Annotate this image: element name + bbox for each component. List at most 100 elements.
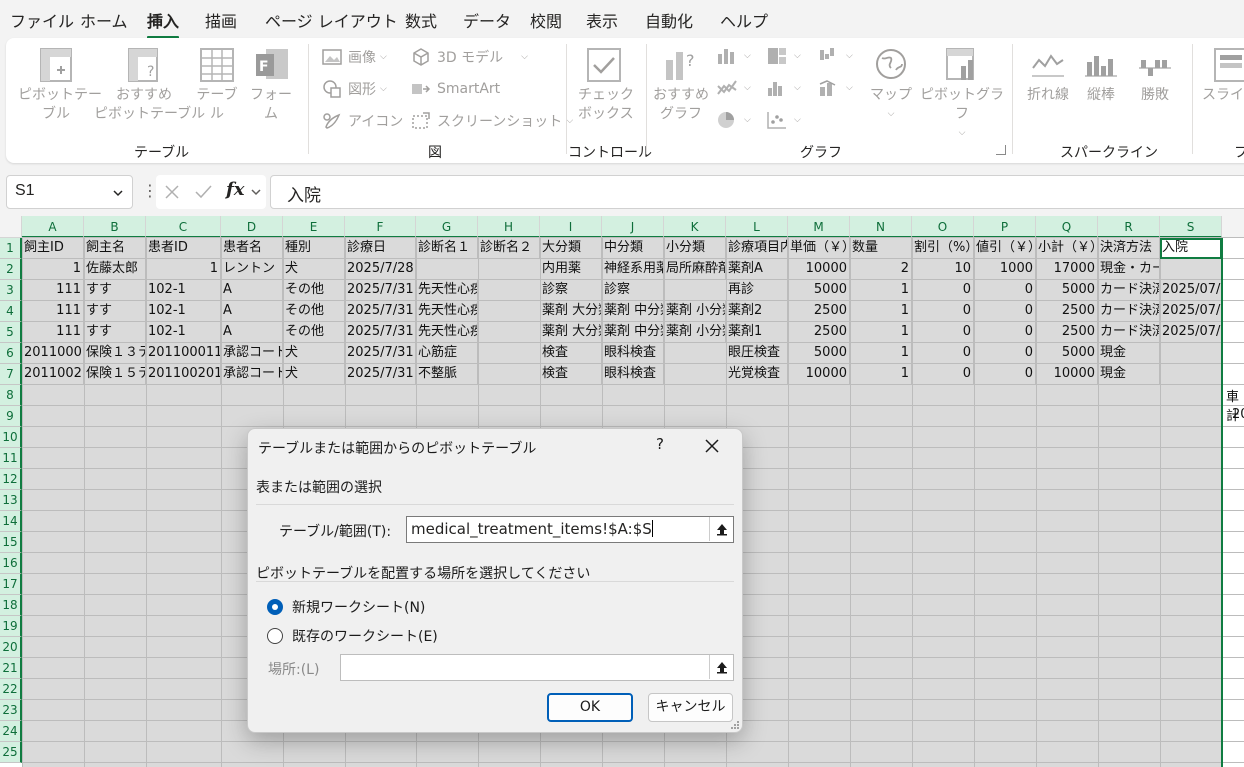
cell-S5[interactable]: 2025/07/31~2 <box>1160 322 1222 343</box>
cell-Q1[interactable]: 小計（￥） <box>1036 238 1098 259</box>
close-icon[interactable] <box>700 434 724 458</box>
chevron-down-icon[interactable] <box>250 188 262 198</box>
cell-I7[interactable]: 検査 <box>540 364 602 385</box>
cell-Q5[interactable]: 2500 <box>1036 322 1098 343</box>
column-header-R[interactable]: R <box>1098 216 1160 238</box>
row-header-17[interactable]: 17 <box>0 574 22 595</box>
cell-Q2[interactable]: 17000 <box>1036 259 1098 280</box>
combo-chart-button[interactable]: ⌵ <box>818 78 853 98</box>
menu-tab-5[interactable]: 数式 <box>405 8 437 32</box>
cell-L3[interactable]: 再診 <box>726 280 788 301</box>
cell-F4[interactable]: 2025/7/31 <box>345 301 416 322</box>
cell-Q7[interactable]: 10000 <box>1036 364 1098 385</box>
cell-E5[interactable]: その他 <box>283 322 345 343</box>
pivot-table-button[interactable]: ピボットテー ブル <box>18 46 102 124</box>
cell-A4[interactable]: 111 <box>22 301 84 322</box>
cell-M6[interactable]: 5000 <box>788 343 850 364</box>
column-header-B[interactable]: B <box>84 216 146 238</box>
row-header-11[interactable]: 11 <box>0 448 22 469</box>
cell-P6[interactable]: 0 <box>974 343 1036 364</box>
menu-tab-7[interactable]: 校閲 <box>530 8 562 32</box>
cell-H1[interactable]: 診断名２ <box>478 238 540 259</box>
row-header-20[interactable]: 20 <box>0 637 22 658</box>
column-header-G[interactable]: G <box>416 216 478 238</box>
cell-D4[interactable]: A <box>221 301 283 322</box>
cell-B7[interactable]: 保険１５テ <box>84 364 146 385</box>
icon-button[interactable]: アイコン <box>322 109 403 133</box>
cell-E4[interactable]: その他 <box>283 301 345 322</box>
column-header-E[interactable]: E <box>283 216 345 238</box>
cell-I1[interactable]: 大分類 <box>540 238 602 259</box>
cell-E1[interactable]: 種別 <box>283 238 345 259</box>
cell-O1[interactable]: 割引（%） <box>912 238 974 259</box>
chevron-down-icon[interactable] <box>112 187 124 199</box>
cell-L1[interactable]: 診療項目内 <box>726 238 788 259</box>
cell-R1[interactable]: 決済方法 <box>1098 238 1160 259</box>
cell-F2[interactable]: 2025/7/28 <box>345 259 416 280</box>
cell-C5[interactable]: 102-1 <box>146 322 221 343</box>
pivot-chart-button[interactable]: ピボットグラフ ⌵ <box>920 46 1004 143</box>
smartart-button[interactable]: SmartArt <box>411 77 500 101</box>
cell-R4[interactable]: カード決済 <box>1098 301 1160 322</box>
row-header-9[interactable]: 9 <box>0 406 22 427</box>
menu-tab-9[interactable]: 自動化 <box>645 8 693 32</box>
column-header-I[interactable]: I <box>540 216 602 238</box>
cell-D2[interactable]: レントン <box>221 259 283 280</box>
cell-G6[interactable]: 心筋症 <box>416 343 478 364</box>
map-button[interactable]: マップ ⌵ <box>868 46 914 124</box>
cell-P5[interactable]: 0 <box>974 322 1036 343</box>
cell-B2[interactable]: 佐藤太郎 <box>84 259 146 280</box>
cell-S3[interactable]: 2025/07/31~2 <box>1160 280 1222 301</box>
column-header-N[interactable]: N <box>850 216 912 238</box>
cell-P3[interactable]: 0 <box>974 280 1036 301</box>
cell-B5[interactable]: すす <box>84 322 146 343</box>
cell-Q4[interactable]: 2500 <box>1036 301 1098 322</box>
menu-tab-1[interactable]: ホーム <box>80 8 128 32</box>
cell-M5[interactable]: 2500 <box>788 322 850 343</box>
menu-tab-8[interactable]: 表示 <box>586 8 618 32</box>
cell-R7[interactable]: 現金 <box>1098 364 1160 385</box>
cancel-button[interactable]: キャンセル <box>648 693 733 722</box>
cell-C3[interactable]: 102-1 <box>146 280 221 301</box>
column-header-K[interactable]: K <box>664 216 726 238</box>
cell-G3[interactable]: 先天性心疾患（疑い） <box>416 280 478 301</box>
cell-G7[interactable]: 不整脈 <box>416 364 478 385</box>
line-chart-button[interactable]: ⌵ <box>716 78 751 98</box>
cell-C6[interactable]: 201100011 <box>146 343 221 364</box>
cell-A3[interactable]: 111 <box>22 280 84 301</box>
row-header-18[interactable]: 18 <box>0 595 22 616</box>
row-header-6[interactable]: 6 <box>0 343 22 364</box>
sparkline-winloss-button[interactable]: 勝敗 <box>1132 46 1178 105</box>
cell-O6[interactable]: 0 <box>912 343 974 364</box>
cell-P7[interactable]: 0 <box>974 364 1036 385</box>
cell-K5[interactable]: 薬剤 小分類 <box>664 322 726 343</box>
cell-C2[interactable]: 1 <box>146 259 221 280</box>
cell-F6[interactable]: 2025/7/31 <box>345 343 416 364</box>
waterfall-chart-button[interactable]: ⌵ <box>818 46 853 66</box>
cell-R5[interactable]: カード決済 <box>1098 322 1160 343</box>
row-header-16[interactable]: 16 <box>0 553 22 574</box>
cell-G5[interactable]: 先天性心疾患（疑い） <box>416 322 478 343</box>
cell-J3[interactable]: 診察 <box>602 280 664 301</box>
cell-Q6[interactable]: 5000 <box>1036 343 1098 364</box>
menu-tab-2[interactable]: 挿入 <box>147 8 180 39</box>
cell-B1[interactable]: 飼主名 <box>84 238 146 259</box>
enter-icon[interactable] <box>194 184 212 200</box>
cell-F7[interactable]: 2025/7/31 <box>345 364 416 385</box>
sparkline-line-button[interactable]: 折れ線 <box>1022 46 1074 105</box>
row-header-25[interactable]: 25 <box>0 742 22 763</box>
cell-D1[interactable]: 患者名 <box>221 238 283 259</box>
row-header-7[interactable]: 7 <box>0 364 22 385</box>
cell-P4[interactable]: 0 <box>974 301 1036 322</box>
name-box[interactable]: S1 <box>6 175 133 209</box>
screenshot-button[interactable]: スクリーンショット ⌵ <box>411 109 573 133</box>
cell-J7[interactable]: 眼科検査 <box>602 364 664 385</box>
row-header-2[interactable]: 2 <box>0 259 22 280</box>
cell-Q3[interactable]: 5000 <box>1036 280 1098 301</box>
column-header-Q[interactable]: Q <box>1036 216 1098 238</box>
resize-grip-icon[interactable] <box>730 720 740 730</box>
cell-K4[interactable]: 薬剤 小分類 <box>664 301 726 322</box>
cell-D3[interactable]: A <box>221 280 283 301</box>
location-input[interactable] <box>340 654 734 681</box>
cell-L7[interactable]: 光覚検査 <box>726 364 788 385</box>
